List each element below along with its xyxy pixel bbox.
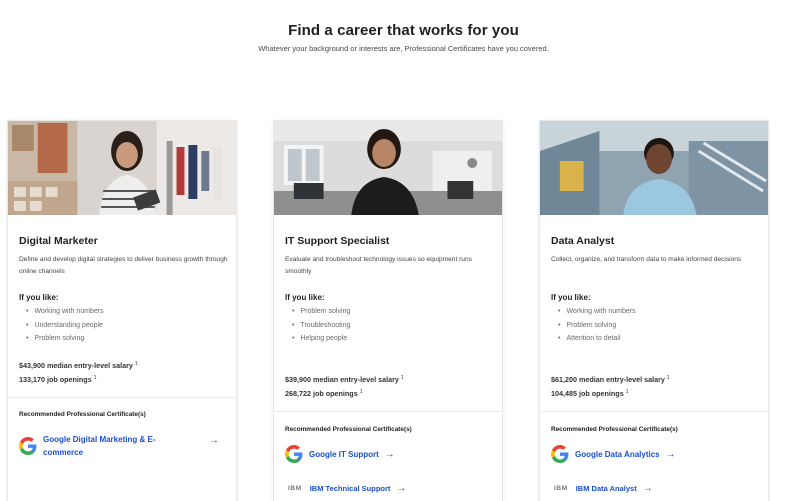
list-item: Helping people [292, 332, 350, 346]
career-photo [274, 121, 502, 215]
list-item: Troubleshooting [292, 319, 350, 333]
career-description: Evaluate and troubleshoot technology iss… [285, 256, 472, 275]
recommended-heading: Recommended Professional Certificate(s) [551, 426, 678, 433]
career-title: IT Support Specialist [285, 235, 390, 247]
google-logo-icon [285, 445, 303, 463]
career-description: Define and develop digital strategies to… [19, 256, 228, 275]
salary-stat: $39,900 median entry-level salary 1 [285, 375, 404, 384]
list-item: Understanding people [26, 319, 104, 333]
cert-label: Google Digital Marketing & E-commerce [43, 435, 156, 457]
if-you-like-heading: If you like: [19, 293, 59, 302]
career-card-digital-marketer: Digital Marketer Define and develop digi… [7, 120, 237, 501]
divider [8, 397, 236, 398]
job-openings-stat: 268,722 job openings 1 [285, 389, 363, 398]
google-logo-icon [19, 437, 37, 455]
recommended-heading: Recommended Professional Certificate(s) [285, 426, 412, 433]
list-item: Problem solving [558, 319, 636, 333]
list-item: Problem solving [292, 305, 350, 319]
career-card-data-analyst: Data Analyst Collect, organize, and tran… [539, 120, 769, 501]
career-title: Data Analyst [551, 235, 615, 247]
salary-stat: $43,900 median entry-level salary 1 [19, 361, 138, 370]
divider [274, 411, 502, 412]
cert-label: IBM Data Analyst [575, 484, 637, 493]
job-openings-stat: 133,170 job openings 1 [19, 375, 97, 384]
likes-list: Working with numbers Understanding peopl… [26, 305, 104, 346]
list-item: Working with numbers [26, 305, 103, 319]
divider [540, 411, 768, 412]
cert-link-ibm-technical-support[interactable]: IBM IBM Technical Support → [288, 483, 406, 494]
list-item: Working with numbers [558, 305, 635, 319]
ibm-logo-icon: IBM [554, 485, 568, 492]
career-description: Collect, organize, and transform data to… [551, 256, 742, 263]
page-subtitle: Whatever your background or interests ar… [258, 44, 549, 53]
list-item: Problem solving [26, 332, 104, 346]
career-title: Digital Marketer [19, 235, 98, 247]
ibm-logo-icon: IBM [288, 485, 302, 492]
career-card-it-support: IT Support Specialist Evaluate and troub… [273, 120, 503, 501]
cert-link-google-it-support[interactable]: Google IT Support → [285, 445, 395, 463]
list-item: Attention to detail [558, 332, 636, 346]
career-photo [8, 121, 236, 215]
arrow-right-icon: → [665, 448, 676, 460]
cert-link-ibm-data-analyst[interactable]: IBM IBM Data Analyst → [554, 483, 653, 494]
salary-stat: $61,200 median entry-level salary 1 [551, 375, 670, 384]
likes-list: Working with numbers Problem solving Att… [558, 305, 636, 346]
arrow-right-icon: → [642, 483, 653, 494]
arrow-right-icon: → [396, 483, 407, 494]
cert-label: IBM Technical Support [309, 484, 391, 493]
cert-link-google-digital-marketing[interactable]: Google Digital Marketing & E-commerce → [19, 433, 219, 459]
if-you-like-heading: If you like: [551, 293, 591, 302]
arrow-right-icon: → [209, 435, 219, 446]
page-title: Find a career that works for you [288, 22, 519, 39]
if-you-like-heading: If you like: [285, 293, 325, 302]
career-photo [540, 121, 768, 215]
cert-link-google-data-analytics[interactable]: Google Data Analytics → [551, 445, 676, 463]
cert-label: Google IT Support [309, 449, 379, 459]
google-logo-icon [551, 445, 569, 463]
recommended-heading: Recommended Professional Certificate(s) [19, 411, 146, 418]
cert-label: Google Data Analytics [575, 449, 660, 459]
likes-list: Problem solving Troubleshooting Helping … [292, 305, 350, 346]
arrow-right-icon: → [384, 448, 395, 460]
job-openings-stat: 104,485 job openings 1 [551, 389, 629, 398]
